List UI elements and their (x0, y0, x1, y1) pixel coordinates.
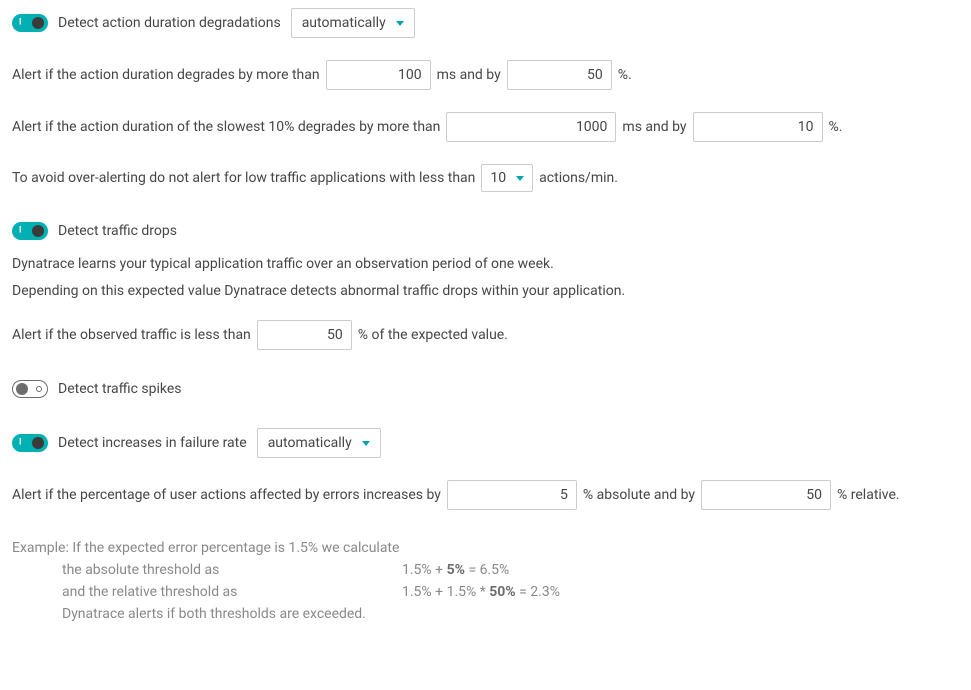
input-duration-slow-pct[interactable] (693, 112, 823, 142)
example-lead: Example: If the expected error percentag… (12, 540, 959, 556)
heading-row-drops: I Detect traffic drops (12, 222, 959, 240)
toggle-on-indicator-icon: I (19, 227, 22, 236)
toggle-knob-icon (32, 225, 44, 237)
label-detect-duration-degradations: Detect action duration degradations (58, 15, 281, 31)
text-duration-all-mid: ms and by (437, 67, 501, 83)
text-drops-desc2: Depending on this expected value Dynatra… (12, 281, 959, 302)
toggle-detect-duration-degradations[interactable]: I (12, 14, 48, 32)
row-duration-threshold-slowest: Alert if the action duration of the slow… (12, 112, 959, 142)
example-row1-pre: 1.5% + (402, 562, 447, 578)
select-duration-mode[interactable]: automatically (291, 8, 415, 38)
section-traffic-spikes: Detect traffic spikes (12, 380, 959, 398)
toggle-on-indicator-icon: I (19, 439, 22, 448)
label-detect-traffic-spikes: Detect traffic spikes (58, 381, 182, 397)
row-drops-threshold: Alert if the observed traffic is less th… (12, 320, 959, 350)
text-duration-min-suffix: actions/min. (539, 170, 618, 186)
toggle-knob-icon (32, 437, 44, 449)
text-drops-desc1: Dynatrace learns your typical applicatio… (12, 254, 959, 275)
heading-row-spikes: Detect traffic spikes (12, 380, 959, 398)
row-duration-threshold-all: Alert if the action duration degrades by… (12, 60, 959, 90)
label-detect-failure-rate: Detect increases in failure rate (58, 435, 247, 451)
example-row1-label: the absolute threshold as (62, 562, 402, 578)
input-failure-abs[interactable] (447, 480, 577, 510)
text-drops-prefix: Alert if the observed traffic is less th… (12, 327, 251, 343)
chevron-down-icon (396, 21, 404, 26)
toggle-on-indicator-icon: I (19, 19, 22, 28)
section-duration-degradation: I Detect action duration degradations au… (12, 8, 959, 192)
text-failure-mid: % absolute and by (583, 487, 695, 503)
select-duration-mode-value: automatically (302, 15, 386, 31)
text-drops-suffix: % of the expected value. (358, 327, 508, 343)
input-duration-all-ms[interactable] (326, 60, 431, 90)
example-grid: the absolute threshold as 1.5% + 5% = 6.… (62, 562, 959, 622)
select-failure-mode-value: automatically (268, 435, 352, 451)
example-row1-bold: 5% (447, 562, 465, 578)
select-failure-mode[interactable]: automatically (257, 428, 381, 458)
chevron-down-icon (516, 176, 524, 181)
chevron-down-icon (362, 441, 370, 446)
toggle-detect-traffic-drops[interactable]: I (12, 222, 48, 240)
text-duration-slow-prefix: Alert if the action duration of the slow… (12, 119, 440, 135)
section-failure-rate: I Detect increases in failure rate autom… (12, 428, 959, 622)
example-block: Example: If the expected error percentag… (12, 540, 959, 622)
toggle-detect-traffic-spikes[interactable] (12, 380, 48, 398)
text-duration-slow-mid: ms and by (622, 119, 686, 135)
example-row1-calc: 1.5% + 5% = 6.5% (402, 562, 959, 578)
input-drops-pct[interactable] (257, 320, 352, 350)
text-failure-suffix: % relative. (837, 487, 900, 503)
row-duration-min-traffic: To avoid over-alerting do not alert for … (12, 164, 959, 192)
select-duration-min-traffic[interactable]: 10 (481, 164, 533, 192)
example-row2-post: = 2.3% (516, 584, 560, 600)
example-row2-calc: 1.5% + 1.5% * 50% = 2.3% (402, 584, 959, 600)
example-row3-label: Dynatrace alerts if both thresholds are … (62, 606, 402, 622)
input-duration-slow-ms[interactable] (446, 112, 616, 142)
toggle-knob-icon (16, 383, 28, 395)
text-duration-min-prefix: To avoid over-alerting do not alert for … (12, 170, 475, 186)
toggle-off-indicator-icon (36, 386, 42, 392)
label-detect-traffic-drops: Detect traffic drops (58, 223, 177, 239)
select-duration-min-traffic-value: 10 (490, 170, 506, 186)
input-duration-all-pct[interactable] (507, 60, 612, 90)
example-row2-bold: 50% (489, 584, 515, 600)
example-row2-label: and the relative threshold as (62, 584, 402, 600)
example-row1-post: = 6.5% (465, 562, 509, 578)
text-duration-slow-suffix: %. (829, 119, 843, 135)
section-traffic-drops: I Detect traffic drops Dynatrace learns … (12, 222, 959, 350)
heading-row-failure: I Detect increases in failure rate autom… (12, 428, 959, 458)
heading-row-duration: I Detect action duration degradations au… (12, 8, 959, 38)
text-duration-all-prefix: Alert if the action duration degrades by… (12, 67, 320, 83)
toggle-detect-failure-rate[interactable]: I (12, 434, 48, 452)
toggle-knob-icon (32, 17, 44, 29)
input-failure-rel[interactable] (701, 480, 831, 510)
text-duration-all-suffix: %. (618, 67, 632, 83)
row-failure-thresholds: Alert if the percentage of user actions … (12, 480, 959, 510)
example-row2-pre: 1.5% + 1.5% * (402, 584, 489, 600)
text-failure-prefix: Alert if the percentage of user actions … (12, 487, 441, 503)
